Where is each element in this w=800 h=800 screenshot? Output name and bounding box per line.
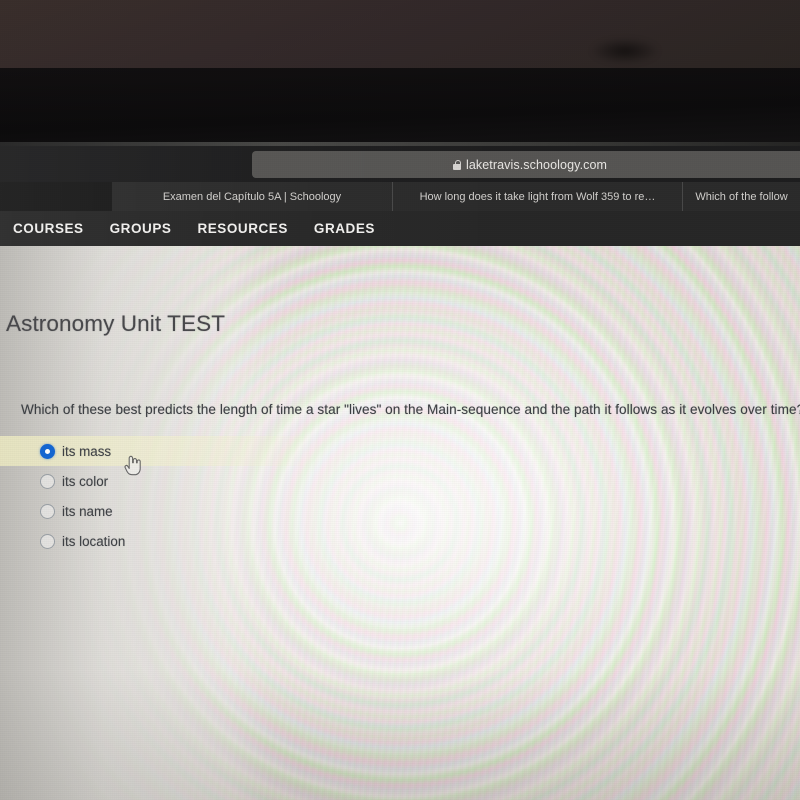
tab-strip-left-gap bbox=[0, 182, 112, 211]
omnibox-row: laketravis.schoology.com bbox=[0, 146, 800, 182]
page-title: Astronomy Unit TEST bbox=[6, 311, 226, 336]
answer-choice-its-name[interactable]: its name bbox=[0, 496, 360, 526]
browser-tab-3[interactable]: Which of the follow bbox=[682, 182, 800, 211]
nav-item-grades[interactable]: GRADES bbox=[301, 221, 388, 236]
answer-choice-label: its mass bbox=[62, 443, 112, 459]
radio-button-its-color[interactable] bbox=[40, 473, 55, 489]
site-navigation-bar: COURSES GROUPS RESOURCES GRADES bbox=[0, 211, 800, 246]
browser-tab-2[interactable]: How long does it take light from Wolf 35… bbox=[392, 182, 682, 211]
answer-choice-label: its name bbox=[62, 503, 113, 519]
page-content: Astronomy Unit TEST Which of these best … bbox=[0, 246, 800, 800]
radio-button-its-name[interactable] bbox=[40, 503, 55, 519]
address-bar-url: laketravis.schoology.com bbox=[465, 157, 608, 172]
browser-tab-1[interactable]: Examen del Capítulo 5A | Schoology bbox=[112, 182, 392, 211]
answer-choice-label: its location bbox=[62, 533, 126, 549]
answer-choice-list: its mass its color its name its location bbox=[0, 436, 360, 556]
wall-shadow bbox=[590, 38, 660, 64]
nav-item-groups[interactable]: GROUPS bbox=[97, 221, 185, 236]
laptop-screen-photo: laketravis.schoology.com Examen del Capí… bbox=[0, 0, 800, 800]
web-page-viewport: Astronomy Unit TEST Which of these best … bbox=[0, 246, 800, 800]
browser-tab-2-label: How long does it take light from Wolf 35… bbox=[419, 190, 656, 203]
answer-choice-its-color[interactable]: its color bbox=[0, 466, 360, 496]
question-prompt: Which of these best predicts the length … bbox=[21, 402, 800, 417]
browser-tab-3-label: Which of the follow bbox=[695, 190, 788, 203]
answer-choice-its-location[interactable]: its location bbox=[0, 526, 360, 556]
radio-button-its-mass[interactable] bbox=[40, 443, 55, 459]
browser-chrome: laketravis.schoology.com Examen del Capí… bbox=[0, 146, 800, 246]
laptop-bezel bbox=[0, 68, 800, 146]
tab-strip: Examen del Capítulo 5A | Schoology How l… bbox=[0, 182, 800, 211]
nav-item-resources[interactable]: RESOURCES bbox=[184, 221, 300, 236]
nav-item-courses[interactable]: COURSES bbox=[0, 221, 97, 236]
background-wall bbox=[0, 0, 800, 72]
lock-icon bbox=[452, 160, 461, 170]
address-bar[interactable]: laketravis.schoology.com bbox=[252, 151, 800, 178]
answer-choice-label: its color bbox=[62, 473, 109, 489]
answer-choice-its-mass[interactable]: its mass bbox=[0, 436, 320, 466]
radio-button-its-location[interactable] bbox=[40, 533, 55, 549]
pointing-hand-cursor bbox=[124, 455, 141, 476]
browser-tab-1-label: Examen del Capítulo 5A | Schoology bbox=[162, 190, 342, 203]
